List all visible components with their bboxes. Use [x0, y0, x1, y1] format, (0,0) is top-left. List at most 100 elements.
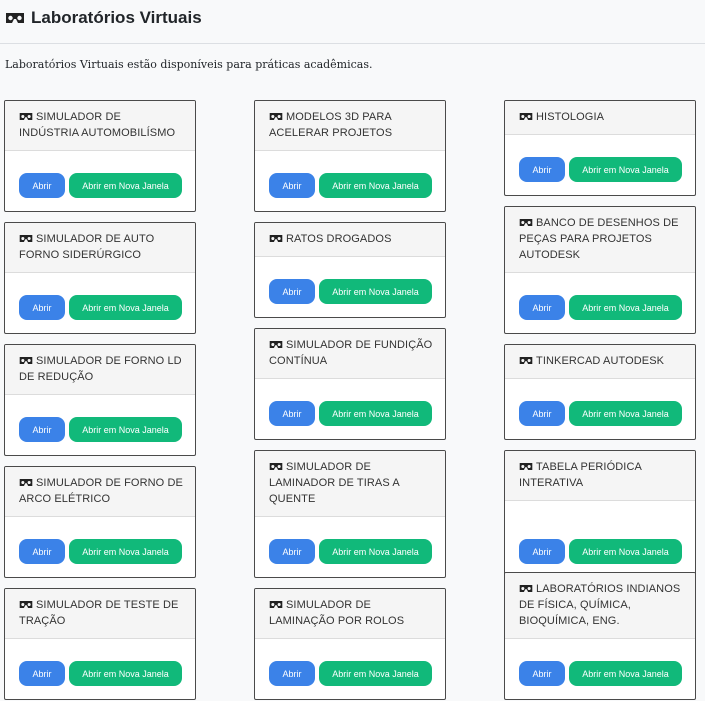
vr-goggles-icon: [519, 584, 533, 593]
open-button[interactable]: Abrir: [19, 539, 65, 564]
lab-card-actions: Abrir Abrir em Nova Janela: [519, 157, 682, 182]
lab-card-actions: Abrir Abrir em Nova Janela: [269, 173, 432, 198]
lab-card: BANCO DE DESENHOS DE PEÇAS PARA PROJETOS…: [504, 206, 696, 334]
lab-card: HISTOLOGIA Abrir Abrir em Nova Janela: [504, 100, 696, 196]
lab-card: MODELOS 3D PARA ACELERAR PROJETOS Abrir Ab…: [254, 100, 446, 212]
vr-goggles-icon: [5, 12, 25, 24]
vr-goggles-icon: [269, 340, 283, 349]
lab-card-actions: Abrir Abrir em Nova Janela: [269, 401, 432, 426]
lab-card-actions: Abrir Abrir em Nova Janela: [269, 661, 432, 686]
page-title-text: Laboratórios Virtuais: [31, 8, 202, 27]
open-new-window-button[interactable]: Abrir em Nova Janela: [319, 173, 432, 198]
vr-goggles-icon: [519, 356, 533, 365]
lab-card-header: SIMULADOR DE TESTE DE TRAÇÃO: [5, 589, 195, 639]
open-button[interactable]: Abrir: [269, 173, 315, 198]
open-new-window-button[interactable]: Abrir em Nova Janela: [69, 539, 182, 564]
lab-card-title: RATOS DROGADOS: [286, 233, 392, 245]
open-new-window-button[interactable]: Abrir em Nova Janela: [319, 661, 432, 686]
lab-card-title: SIMULADOR DE FORNO DE ARCO ELÉTRICO: [19, 477, 183, 505]
open-button[interactable]: Abrir: [269, 279, 315, 304]
lab-card-title: MODELOS 3D PARA ACELERAR PROJETOS: [269, 111, 393, 139]
lab-card-title: BANCO DE DESENHOS DE PEÇAS PARA PROJETOS…: [519, 217, 679, 261]
lab-card-title: SIMULADOR DE LAMINADOR DE TIRAS A QUENTE: [269, 461, 400, 505]
lab-card-header: TABELA PERIÓDICA INTERATIVA: [505, 451, 695, 501]
open-new-window-button[interactable]: Abrir em Nova Janela: [319, 279, 432, 304]
lab-card-actions: Abrir Abrir em Nova Janela: [19, 295, 182, 320]
lab-card-header: TINKERCAD AUTODESK: [505, 345, 695, 379]
vr-goggles-icon: [19, 478, 33, 487]
vr-goggles-icon: [19, 112, 33, 121]
open-button[interactable]: Abrir: [519, 295, 565, 320]
open-new-window-button[interactable]: Abrir em Nova Janela: [569, 157, 682, 182]
lab-card-header: SIMULADOR DE FUNDIÇÃO CONTÍNUA: [255, 329, 445, 379]
lab-card: TINKERCAD AUTODESK Abrir Abrir em Nova Jan…: [504, 344, 696, 440]
lab-card-actions: Abrir Abrir em Nova Janela: [519, 401, 682, 426]
open-new-window-button[interactable]: Abrir em Nova Janela: [69, 295, 182, 320]
lab-card: LABORATÓRIOS INDIANOS DE FÍSICA, QUÍMICA…: [504, 572, 696, 700]
open-new-window-button[interactable]: Abrir em Nova Janela: [319, 539, 432, 564]
lab-card-title: SIMULADOR DE TESTE DE TRAÇÃO: [19, 599, 179, 627]
lab-card: SIMULADOR DE INDÚSTRIA AUTOMOBILÍSMO Abri…: [4, 100, 196, 212]
open-button[interactable]: Abrir: [519, 401, 565, 426]
lab-card-actions: Abrir Abrir em Nova Janela: [519, 539, 682, 564]
page-header: Laboratórios Virtuais: [0, 0, 705, 44]
lab-card-header: SIMULADOR DE LAMINAÇÃO POR ROLOS: [255, 589, 445, 639]
lab-card-title: HISTOLOGIA: [536, 111, 605, 123]
open-new-window-button[interactable]: Abrir em Nova Janela: [69, 417, 182, 442]
open-new-window-button[interactable]: Abrir em Nova Janela: [319, 401, 432, 426]
lab-card: SIMULADOR DE FORNO DE ARCO ELÉTRICO Abrir…: [4, 466, 196, 578]
lab-card-title: SIMULADOR DE FUNDIÇÃO CONTÍNUA: [269, 339, 433, 367]
open-button[interactable]: Abrir: [269, 661, 315, 686]
open-button[interactable]: Abrir: [519, 661, 565, 686]
lab-card-title: TINKERCAD AUTODESK: [536, 355, 665, 367]
lab-card-header: LABORATÓRIOS INDIANOS DE FÍSICA, QUÍMICA…: [505, 573, 695, 639]
lab-card: SIMULADOR DE LAMINADOR DE TIRAS A QUENTE…: [254, 450, 446, 578]
open-button[interactable]: Abrir: [19, 173, 65, 198]
lab-card: SIMULADOR DE TESTE DE TRAÇÃO Abrir Abrir e…: [4, 588, 196, 700]
open-button[interactable]: Abrir: [519, 157, 565, 182]
open-button[interactable]: Abrir: [519, 539, 565, 564]
vr-goggles-icon: [519, 462, 533, 471]
lab-card-actions: Abrir Abrir em Nova Janela: [19, 539, 182, 564]
lab-card-title: TABELA PERIÓDICA INTERATIVA: [519, 461, 642, 489]
open-button[interactable]: Abrir: [269, 401, 315, 426]
lab-card: SIMULADOR DE AUTO FORNO SIDERÚRGICO Abrir…: [4, 222, 196, 334]
vr-goggles-icon: [19, 600, 33, 609]
lab-card-header: SIMULADOR DE FORNO LD DE REDUÇÃO: [5, 345, 195, 395]
lab-card-actions: Abrir Abrir em Nova Janela: [519, 295, 682, 320]
page-description: Laboratórios Virtuais estão disponíveis …: [5, 58, 373, 71]
lab-card-header: BANCO DE DESENHOS DE PEÇAS PARA PROJETOS…: [505, 207, 695, 273]
lab-card-header: SIMULADOR DE LAMINADOR DE TIRAS A QUENTE: [255, 451, 445, 517]
lab-card: SIMULADOR DE FUNDIÇÃO CONTÍNUA Abrir Abrir…: [254, 328, 446, 440]
lab-card-header: SIMULADOR DE INDÚSTRIA AUTOMOBILÍSMO: [5, 101, 195, 151]
vr-goggles-icon: [19, 356, 33, 365]
lab-card-title: SIMULADOR DE INDÚSTRIA AUTOMOBILÍSMO: [19, 111, 176, 139]
open-new-window-button[interactable]: Abrir em Nova Janela: [69, 173, 182, 198]
lab-card-actions: Abrir Abrir em Nova Janela: [269, 539, 432, 564]
lab-card-header: HISTOLOGIA: [505, 101, 695, 135]
open-new-window-button[interactable]: Abrir em Nova Janela: [569, 401, 682, 426]
lab-card-actions: Abrir Abrir em Nova Janela: [269, 279, 432, 304]
open-button[interactable]: Abrir: [19, 295, 65, 320]
lab-card-actions: Abrir Abrir em Nova Janela: [19, 661, 182, 686]
open-button[interactable]: Abrir: [19, 417, 65, 442]
lab-card-title: SIMULADOR DE FORNO LD DE REDUÇÃO: [19, 355, 182, 383]
vr-goggles-icon: [19, 234, 33, 243]
open-new-window-button[interactable]: Abrir em Nova Janela: [569, 539, 682, 564]
lab-card: SIMULADOR DE LAMINAÇÃO POR ROLOS Abrir Abr…: [254, 588, 446, 700]
vr-goggles-icon: [519, 112, 533, 121]
open-new-window-button[interactable]: Abrir em Nova Janela: [569, 295, 682, 320]
vr-goggles-icon: [519, 218, 533, 227]
open-button[interactable]: Abrir: [269, 539, 315, 564]
open-button[interactable]: Abrir: [19, 661, 65, 686]
lab-card-actions: Abrir Abrir em Nova Janela: [19, 173, 182, 198]
lab-card: TABELA PERIÓDICA INTERATIVA Abrir Abrir em…: [504, 450, 696, 578]
vr-goggles-icon: [269, 600, 283, 609]
lab-card-header: RATOS DROGADOS: [255, 223, 445, 257]
open-new-window-button[interactable]: Abrir em Nova Janela: [69, 661, 182, 686]
page-title: Laboratórios Virtuais: [5, 8, 202, 28]
lab-card-header: SIMULADOR DE FORNO DE ARCO ELÉTRICO: [5, 467, 195, 517]
lab-card-actions: Abrir Abrir em Nova Janela: [19, 417, 182, 442]
lab-card-title: SIMULADOR DE LAMINAÇÃO POR ROLOS: [269, 599, 405, 627]
open-new-window-button[interactable]: Abrir em Nova Janela: [569, 661, 682, 686]
